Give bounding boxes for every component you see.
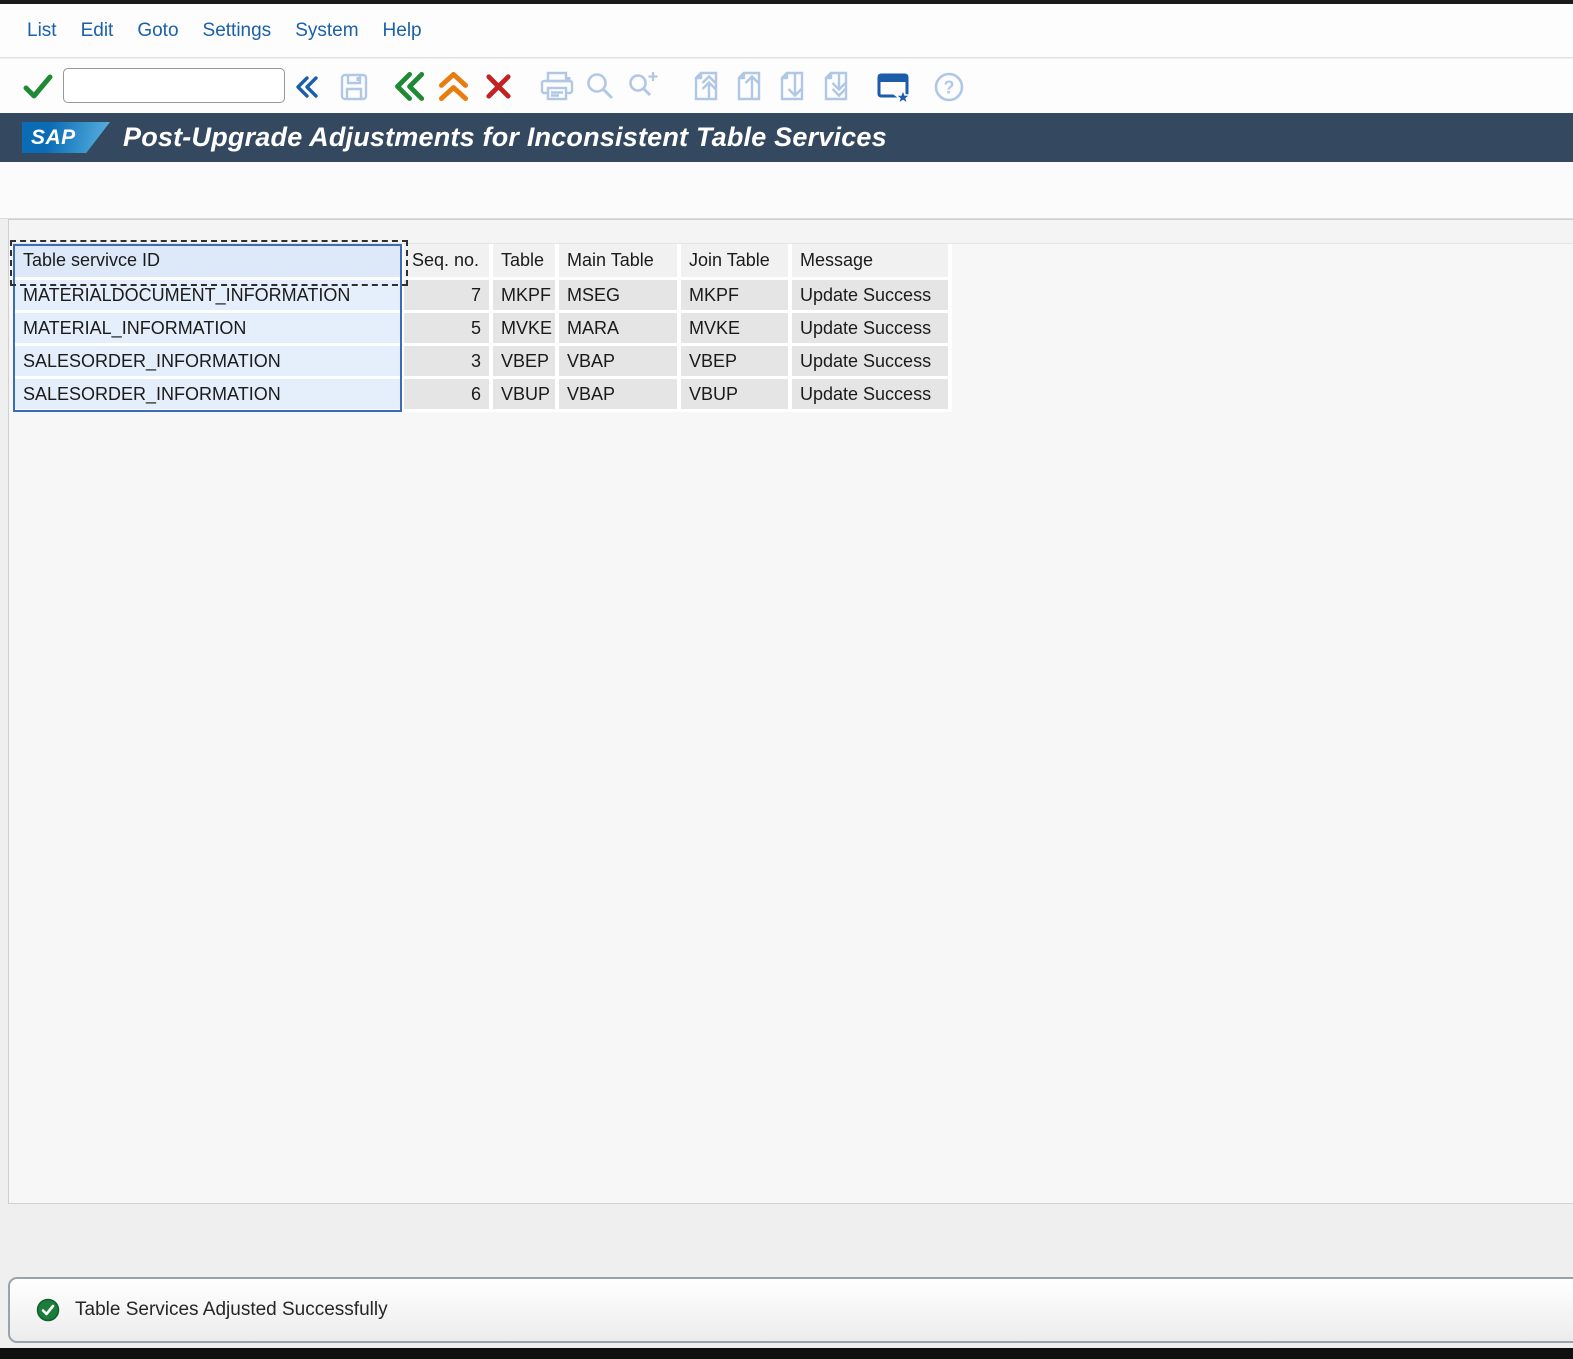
table-cell-r3-c6[interactable]: Update Success [792, 346, 952, 379]
first-page-button[interactable] [688, 68, 724, 104]
window-shortcut-icon [877, 73, 913, 106]
command-collapse-button[interactable] [293, 74, 319, 100]
last-page-icon [824, 71, 848, 101]
table-cell-r4-c2[interactable]: 6 [404, 379, 493, 412]
help-icon: ? [934, 72, 964, 102]
column-header-1[interactable]: Table servivce ID [15, 244, 404, 280]
standard-toolbar: ? [0, 59, 1573, 113]
list-top-band [9, 220, 1573, 244]
help-button[interactable]: ? [931, 69, 967, 105]
sap-gui-window: List Edit Goto Settings System Help ? SA… [0, 0, 1573, 1359]
print-button[interactable] [538, 69, 576, 104]
double-chevron-left-icon [296, 76, 318, 98]
table-cell-r1-c6[interactable]: Update Success [792, 280, 952, 313]
menu-bar: List Edit Goto Settings System Help [0, 4, 1573, 58]
create-shortcut-button[interactable] [875, 68, 913, 106]
column-header-5[interactable]: Join Table [681, 244, 792, 280]
menu-item-settings[interactable]: Settings [203, 20, 272, 42]
report-table: Table servivce ID Seq. no. Table Main Table… [15, 244, 952, 412]
menu-item-list[interactable]: List [27, 20, 57, 42]
window-bottom-edge [0, 1348, 1573, 1359]
menu-item-edit[interactable]: Edit [81, 20, 114, 42]
table-cell-r2-c6[interactable]: Update Success [792, 313, 952, 346]
table-cell-r3-c1[interactable]: SALESORDER_INFORMATION [15, 346, 404, 379]
table-cell-r1-c4[interactable]: MSEG [559, 280, 681, 313]
first-page-icon [694, 71, 718, 101]
page-title: Post-Upgrade Adjustments for Inconsisten… [123, 122, 887, 152]
column-header-3[interactable]: Table [493, 244, 559, 280]
print-icon [540, 71, 574, 101]
exit-button[interactable] [437, 70, 470, 103]
column-header-6[interactable]: Message [792, 244, 952, 280]
column-header-2[interactable]: Seq. no. [404, 244, 493, 280]
table-cell-r2-c1[interactable]: MATERIAL_INFORMATION [15, 313, 404, 346]
page-down-icon [780, 71, 804, 101]
cancel-icon [486, 74, 511, 99]
status-message: Table Services Adjusted Successfully [75, 1299, 388, 1320]
search-icon [587, 73, 614, 100]
cancel-button[interactable] [483, 71, 514, 102]
find-button[interactable] [584, 70, 618, 104]
table-cell-r4-c3[interactable]: VBUP [493, 379, 559, 412]
table-cell-r3-c3[interactable]: VBEP [493, 346, 559, 379]
success-check-icon [36, 1298, 60, 1322]
last-page-button[interactable] [818, 68, 854, 104]
table-cell-r1-c1[interactable]: MATERIALDOCUMENT_INFORMATION [15, 280, 404, 313]
table-cell-r2-c4[interactable]: MARA [559, 313, 681, 346]
table-cell-r1-c2[interactable]: 7 [404, 280, 493, 313]
table-cell-r4-c1[interactable]: SALESORDER_INFORMATION [15, 379, 404, 412]
sap-logo: SAP [22, 122, 110, 153]
save-button[interactable] [336, 69, 372, 105]
application-toolbar-empty [0, 162, 1573, 219]
enter-check-button[interactable] [20, 69, 56, 105]
save-icon [340, 73, 368, 101]
table-cell-r3-c2[interactable]: 3 [404, 346, 493, 379]
menu-item-system[interactable]: System [295, 20, 358, 42]
table-cell-r4-c5[interactable]: VBUP [681, 379, 792, 412]
table-cell-r1-c5[interactable]: MKPF [681, 280, 792, 313]
table-cell-r4-c6[interactable]: Update Success [792, 379, 952, 412]
list-content-area: Table servivce ID Seq. no. Table Main Table… [8, 219, 1573, 1204]
table-cell-r2-c5[interactable]: MVKE [681, 313, 792, 346]
page-up-icon [737, 71, 761, 101]
find-next-button[interactable] [626, 68, 662, 104]
table-cell-r2-c2[interactable]: 5 [404, 313, 493, 346]
menu-item-help[interactable]: Help [383, 20, 422, 42]
svg-text:?: ? [944, 78, 955, 98]
back-button[interactable] [392, 70, 425, 103]
title-bar: SAP Post-Upgrade Adjustments for Inconsi… [0, 113, 1573, 162]
check-icon [23, 74, 53, 99]
command-input[interactable] [63, 68, 285, 103]
page-up-button[interactable] [731, 68, 767, 104]
column-header-4[interactable]: Main Table [559, 244, 681, 280]
table-cell-r4-c4[interactable]: VBAP [559, 379, 681, 412]
table-cell-r3-c4[interactable]: VBAP [559, 346, 681, 379]
exit-icon [438, 71, 469, 102]
table-cell-r1-c3[interactable]: MKPF [493, 280, 559, 313]
status-bar: Table Services Adjusted Successfully [8, 1277, 1573, 1343]
search-plus-icon [629, 72, 658, 97]
table-cell-r3-c5[interactable]: VBEP [681, 346, 792, 379]
table-cell-r2-c3[interactable]: MVKE [493, 313, 559, 346]
menu-item-goto[interactable]: Goto [137, 20, 178, 42]
back-icon [395, 71, 425, 102]
page-down-button[interactable] [774, 68, 810, 104]
